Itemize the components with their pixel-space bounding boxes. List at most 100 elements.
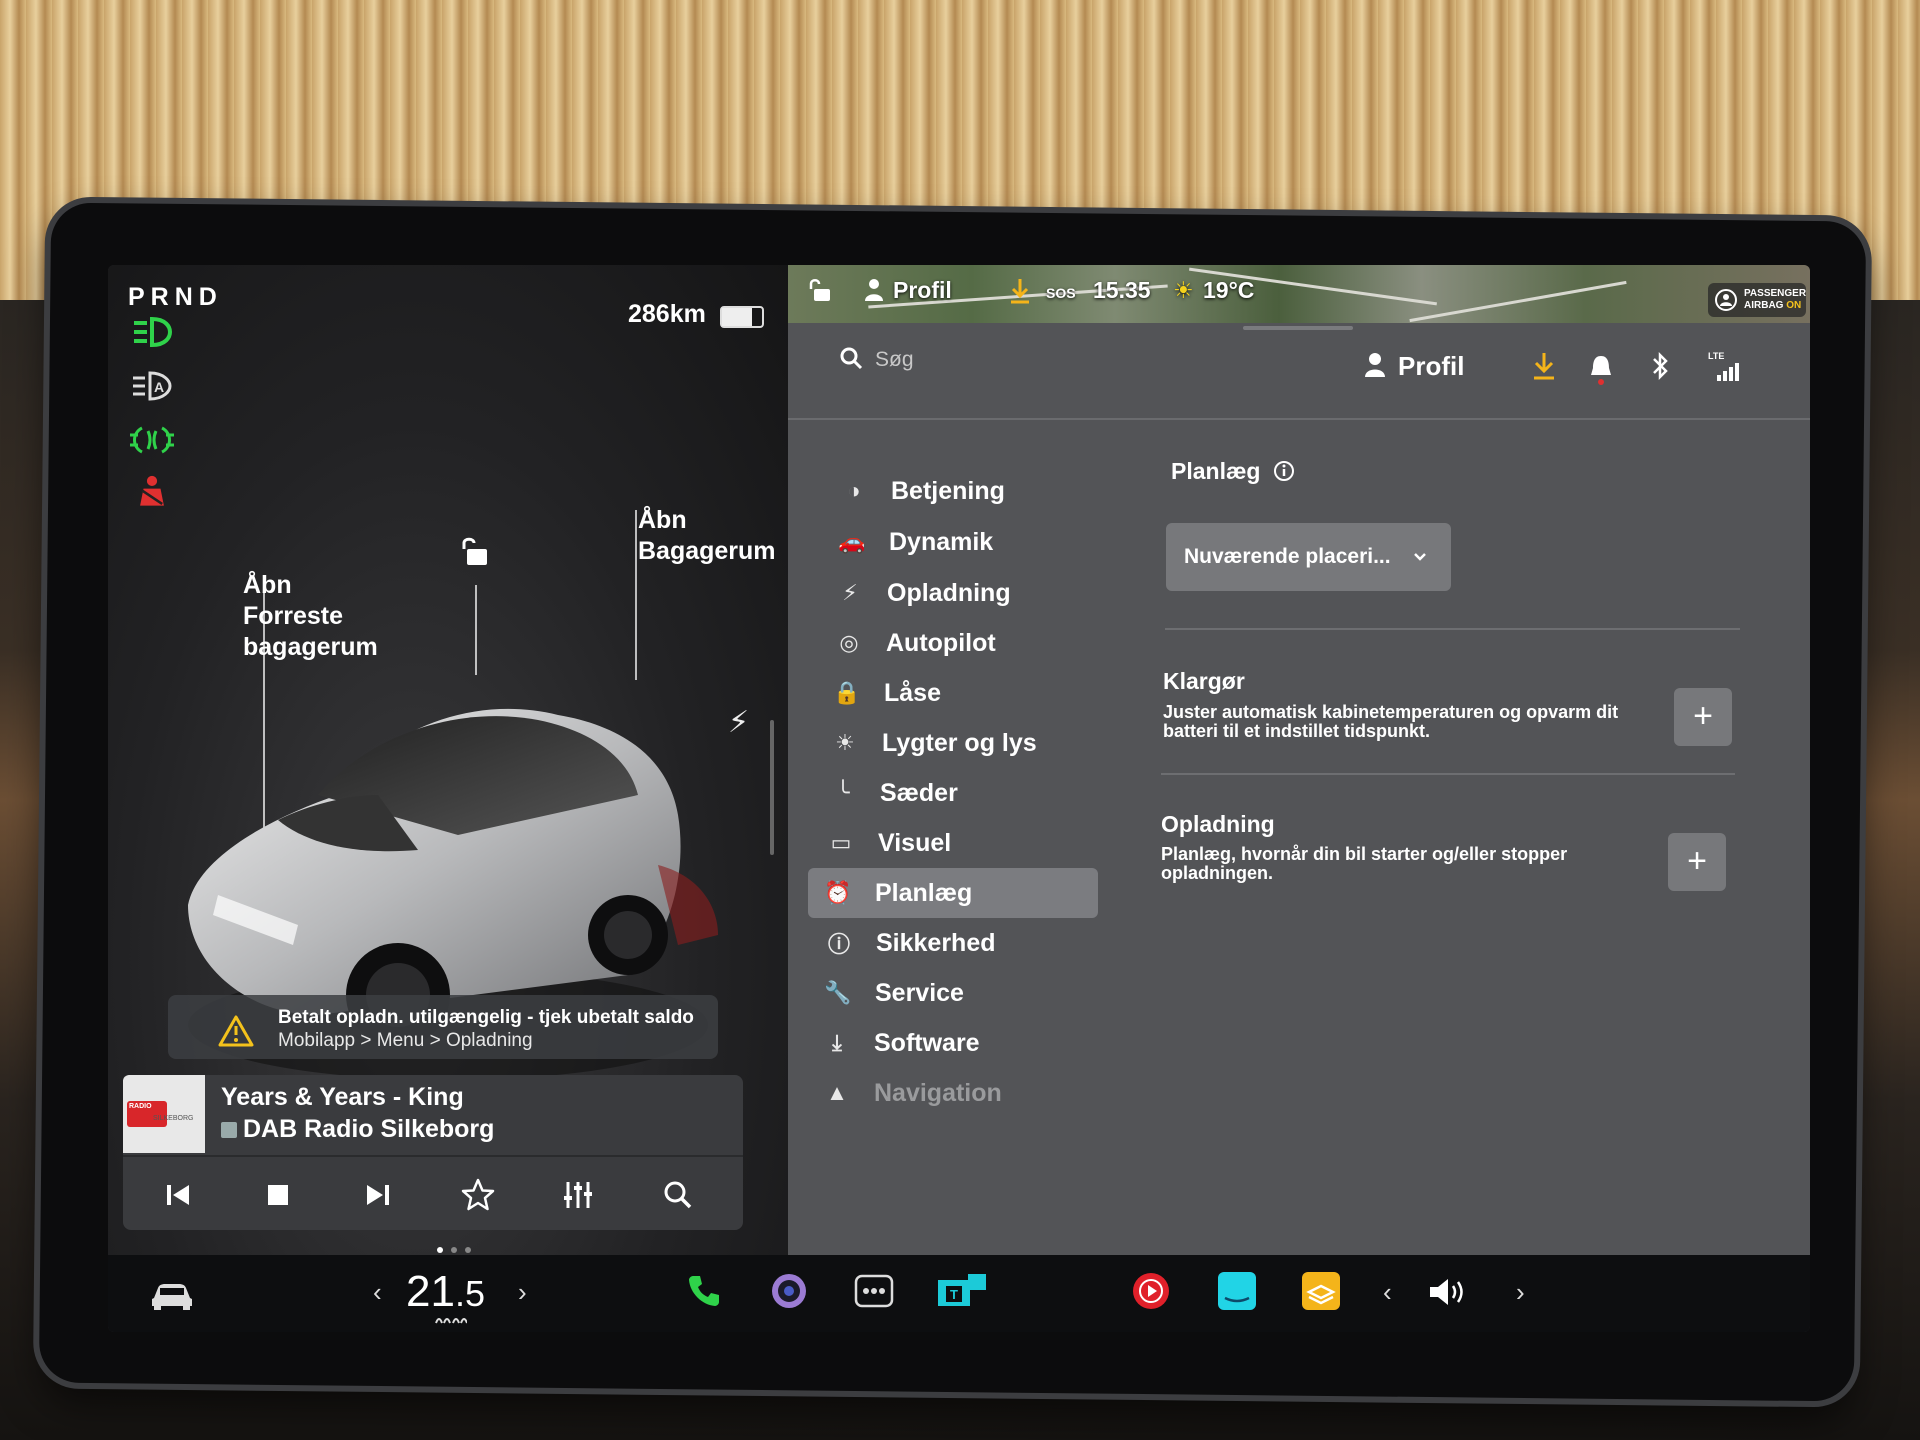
clock: 15.35 <box>1093 277 1151 303</box>
more-apps-icon[interactable] <box>853 1270 895 1312</box>
car-status-panel: PRND A 286km Åbn Forreste bagagerum Åbn … <box>108 265 788 1255</box>
search-input[interactable] <box>873 341 1177 379</box>
touchscreen: PRND A 286km Åbn Forreste bagagerum Åbn … <box>108 265 1810 1332</box>
menu-item-label: Navigation <box>874 1078 1002 1107</box>
menu-item-label: Betjening <box>891 476 1005 505</box>
station-artwork: RADIO SILKEBORG <box>123 1075 205 1153</box>
menu-item-dynamik[interactable]: 🚗 Dynamik <box>822 517 1112 567</box>
statusbar-profile[interactable]: Profil <box>893 277 952 304</box>
menu-item-planl-g[interactable]: ⏰ Planlæg <box>808 868 1098 918</box>
volume-increase-button[interactable]: › <box>1516 1277 1525 1308</box>
bluetooth-icon[interactable] <box>1650 351 1670 381</box>
precondition-title: Klargør <box>1163 668 1245 694</box>
navigation-icon: ▲ <box>826 1080 848 1105</box>
car-controls-icon[interactable] <box>148 1280 196 1310</box>
light-icon: ☀ <box>835 730 855 755</box>
download-status-icon[interactable] <box>1008 277 1032 305</box>
svg-text:T: T <box>950 1287 958 1302</box>
menu-item-label: Opladning <box>887 578 1011 607</box>
page-dot[interactable] <box>451 1247 457 1253</box>
menu-item-label: Planlæg <box>875 878 973 907</box>
media-divider <box>123 1155 743 1157</box>
volume-decrease-button[interactable]: ‹ <box>1383 1277 1392 1308</box>
menu-item-service[interactable]: 🔧 Service <box>808 968 1098 1018</box>
unlock-icon[interactable] <box>458 535 492 569</box>
menu-item-software[interactable]: ⤓ Software <box>807 1018 1097 1068</box>
menu-item-label: Sæder <box>880 778 958 807</box>
menu-item-lygter-og-lys[interactable]: ☀ Lygter og lys <box>815 718 1105 768</box>
wrench-icon: 🔧 <box>824 980 852 1005</box>
radio-source-icon <box>221 1122 237 1138</box>
menu-item-visuel[interactable]: ▭ Visuel <box>811 818 1101 868</box>
trunk-label[interactable]: Åbn Bagagerum <box>638 505 783 567</box>
menu-item-label: Sikkerhed <box>876 928 996 957</box>
favorite-star-icon[interactable] <box>453 1170 503 1220</box>
location-dropdown[interactable]: Nuværende placeri... <box>1166 523 1451 591</box>
auto-highbeam-icon: A <box>133 371 172 401</box>
menu-item-betjening[interactable]: ◑ Betjening <box>824 466 1114 516</box>
media-player: RADIO SILKEBORG Years & Years - King DAB… <box>123 1075 743 1230</box>
previous-track-button[interactable] <box>153 1170 203 1220</box>
cellular-signal-icon <box>1717 363 1739 381</box>
page-dot[interactable] <box>437 1247 443 1253</box>
menu-item-s-der[interactable]: ╰ Sæder <box>813 768 1103 818</box>
theater-app-icon[interactable]: T <box>936 1270 988 1312</box>
headlight-on-icon <box>134 316 173 348</box>
download-icon: ⤓ <box>832 1030 842 1055</box>
alarm-clock-icon: ⏰ <box>824 880 852 905</box>
station-name: DAB Radio Silkeborg <box>221 1115 494 1144</box>
menu-item-navigation[interactable]: ▲ Navigation <box>807 1068 1097 1118</box>
phone-app-icon[interactable] <box>683 1270 725 1312</box>
temp-increase-button[interactable]: › <box>518 1277 527 1308</box>
temp-decrease-button[interactable]: ‹ <box>373 1277 382 1308</box>
charge-port-icon[interactable]: ⚡ <box>728 705 749 740</box>
info-icon: ⓘ <box>827 932 850 957</box>
bottom-dock: ‹ 21.5 › T ‹ › <box>108 1255 1810 1332</box>
menu-item-label: Software <box>874 1028 980 1057</box>
amazon-music-icon[interactable] <box>1216 1270 1258 1312</box>
media-search-icon[interactable] <box>653 1170 703 1220</box>
steering-wheel-icon: ◎ <box>839 630 859 655</box>
menu-item-opladning[interactable]: ⚡ Opladning <box>820 568 1110 618</box>
page-dot[interactable] <box>465 1247 471 1253</box>
youtube-music-icon[interactable] <box>1130 1270 1172 1312</box>
seat-heater-icons[interactable] <box>433 1313 467 1327</box>
add-precondition-button[interactable]: + <box>1674 688 1732 746</box>
volume-icon[interactable] <box>1426 1275 1470 1309</box>
sos-indicator[interactable]: SOS <box>1046 285 1076 301</box>
menu-item-sikkerhed[interactable]: ⓘ Sikkerhed <box>809 918 1099 968</box>
panel-scroll-indicator <box>770 720 774 855</box>
lock-status-icon[interactable] <box>806 277 834 305</box>
menu-item-l-se[interactable]: 🔒 Låse <box>817 668 1107 718</box>
settings-panel: Profil LTE ◑Betjening🚗Dynamik⚡Opladni <box>788 323 1810 1255</box>
profile-icon[interactable] <box>1363 351 1387 379</box>
cabin-temperature[interactable]: 21.5 <box>406 1267 485 1317</box>
section-divider <box>1161 773 1735 775</box>
next-track-button[interactable] <box>353 1170 403 1220</box>
search-icon <box>840 347 863 370</box>
notification-bell-icon[interactable] <box>1588 353 1614 387</box>
profile-button[interactable]: Profil <box>1398 351 1464 382</box>
charging-schedule-title: Opladning <box>1161 811 1275 837</box>
settings-header: Profil LTE <box>788 323 1810 420</box>
now-playing-title: Years & Years - King <box>221 1083 464 1111</box>
range-readout: 286km <box>628 300 706 328</box>
map-status-strip[interactable]: Profil SOS 15.35 ☀ 19°C PASSENGER AIRBAG… <box>788 265 1810 323</box>
alert-title: Betalt opladn. utilgængelig - tjek ubeta… <box>278 1007 694 1028</box>
bolt-icon: ⚡ <box>842 580 858 605</box>
add-charging-schedule-button[interactable]: + <box>1668 833 1726 891</box>
precondition-description: Juster automatisk kabinetemperaturen og … <box>1163 702 1619 741</box>
software-download-icon[interactable] <box>1531 351 1557 381</box>
seatbelt-warning-icon <box>140 475 164 506</box>
alert-path: Mobilapp > Menu > Opladning <box>278 1030 533 1051</box>
info-icon[interactable] <box>1273 460 1295 482</box>
audiobooks-app-icon[interactable] <box>1300 1270 1342 1312</box>
equalizer-icon[interactable] <box>553 1170 603 1220</box>
camera-app-icon[interactable] <box>768 1270 810 1312</box>
lock-icon: 🔒 <box>833 680 861 705</box>
payment-alert[interactable]: Betalt opladn. utilgængelig - tjek ubeta… <box>168 995 718 1059</box>
schedule-title: Planlæg <box>1171 458 1295 485</box>
stop-button[interactable] <box>253 1170 303 1220</box>
menu-item-label: Visuel <box>878 828 952 857</box>
menu-item-autopilot[interactable]: ◎ Autopilot <box>819 618 1109 668</box>
